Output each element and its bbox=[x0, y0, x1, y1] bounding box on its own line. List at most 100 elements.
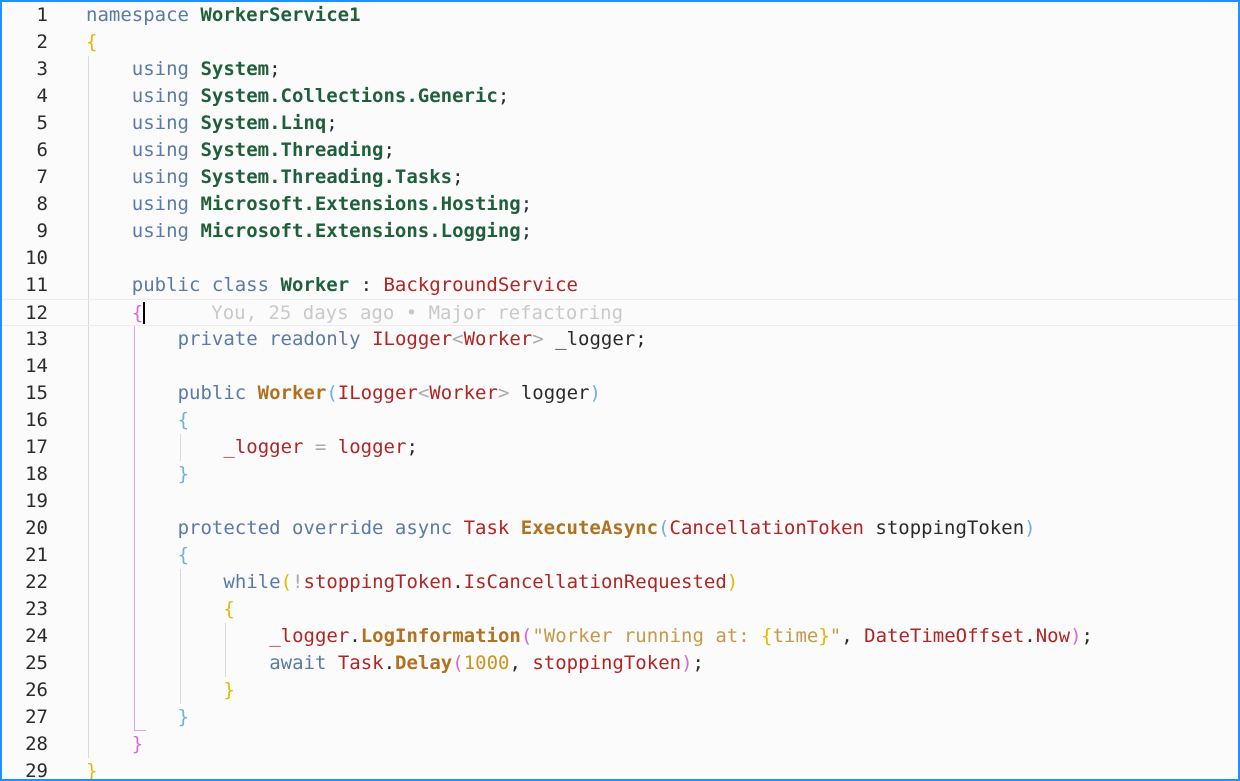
line-number: 12 bbox=[25, 302, 48, 324]
code-token: ( bbox=[452, 652, 464, 674]
code-text: using System.Collections.Generic; bbox=[132, 83, 510, 110]
code-token: stoppingToken bbox=[875, 517, 1025, 539]
line-number: 14 bbox=[25, 355, 48, 377]
code-token: Now bbox=[1035, 625, 1071, 647]
code-line[interactable]: 21 { bbox=[2, 542, 1238, 569]
code-text: { bbox=[86, 29, 97, 56]
code-token: ( bbox=[658, 517, 670, 539]
code-line[interactable]: 11 public class Worker : BackgroundServic… bbox=[2, 272, 1238, 299]
code-token: ; bbox=[406, 436, 418, 458]
code-line[interactable]: 28} bbox=[2, 731, 1238, 758]
code-token: ( bbox=[280, 571, 293, 593]
code-token: _logger bbox=[555, 328, 636, 350]
line-number: 21 bbox=[25, 544, 48, 566]
line-number: 29 bbox=[25, 760, 48, 781]
code-line[interactable]: 23 { bbox=[2, 596, 1238, 623]
code-token: using bbox=[131, 139, 201, 161]
code-token: , bbox=[509, 652, 533, 674]
code-token: WorkerService1 bbox=[200, 4, 361, 26]
code-text: { bbox=[178, 407, 189, 434]
code-token: ; bbox=[635, 328, 647, 350]
line-number: 18 bbox=[25, 463, 48, 485]
code-token: stoppingToken bbox=[532, 652, 682, 674]
code-token: ; bbox=[452, 166, 464, 188]
code-line[interactable]: 7 using System.Threading.Tasks; bbox=[2, 164, 1238, 191]
code-line[interactable]: 6 using System.Threading; bbox=[2, 137, 1238, 164]
code-token: . bbox=[1024, 625, 1036, 647]
code-token: logger bbox=[520, 382, 590, 404]
line-number: 27 bbox=[25, 706, 48, 728]
code-token: Task bbox=[337, 652, 384, 674]
code-line[interactable]: 9 using Microsoft.Extensions.Logging; bbox=[2, 218, 1238, 245]
code-text: _logger = logger; bbox=[223, 434, 418, 461]
code-token: stoppingToken bbox=[303, 571, 453, 593]
code-line[interactable]: 8 using Microsoft.Extensions.Hosting; bbox=[2, 191, 1238, 218]
line-number: 9 bbox=[36, 220, 48, 242]
code-text: } bbox=[223, 677, 234, 704]
code-line[interactable]: 10 bbox=[2, 245, 1238, 272]
code-line[interactable]: 27} bbox=[2, 704, 1238, 731]
line-number: 22 bbox=[25, 571, 48, 593]
code-token: ( bbox=[520, 625, 533, 647]
code-token: private readonly bbox=[177, 328, 373, 350]
line-number: 2 bbox=[36, 31, 48, 53]
line-number: 16 bbox=[25, 409, 48, 431]
code-line[interactable]: 18} bbox=[2, 461, 1238, 488]
line-number: 3 bbox=[36, 58, 48, 80]
code-line[interactable]: 15 public Worker(ILogger<Worker> logger) bbox=[2, 380, 1238, 407]
code-line[interactable]: 24 _logger.LogInformation("Worker running… bbox=[2, 623, 1238, 650]
code-line[interactable]: 12 {You, 25 days ago • Major refactoring bbox=[2, 299, 1238, 326]
code-text: using System; bbox=[132, 56, 281, 83]
code-token: ) bbox=[1024, 517, 1036, 539]
line-number: 1 bbox=[36, 4, 48, 26]
code-line[interactable]: 4 using System.Collections.Generic; bbox=[2, 83, 1238, 110]
line-number: 7 bbox=[36, 166, 48, 188]
code-token: System.Threading.Tasks bbox=[200, 166, 453, 188]
line-number: 11 bbox=[25, 274, 48, 296]
code-line[interactable]: 13 private readonly ILogger<Worker> _logg… bbox=[2, 326, 1238, 353]
line-number: 24 bbox=[25, 625, 48, 647]
code-line[interactable]: 2{ bbox=[2, 29, 1238, 56]
code-token: Worker bbox=[280, 274, 350, 296]
code-text: public class Worker : BackgroundService bbox=[132, 272, 578, 299]
line-number: 13 bbox=[25, 328, 48, 350]
code-line[interactable]: 3 using System; bbox=[2, 56, 1238, 83]
code-text: await Task.Delay(1000, stoppingToken); bbox=[269, 650, 704, 677]
code-line[interactable]: 17 _logger = logger; bbox=[2, 434, 1238, 461]
code-line[interactable]: 19 bbox=[2, 488, 1238, 515]
line-number: 26 bbox=[25, 679, 48, 701]
code-line[interactable]: 1 namespace WorkerService1 bbox=[2, 2, 1238, 29]
line-number: 25 bbox=[25, 652, 48, 674]
code-token: while bbox=[223, 571, 281, 593]
code-token: public bbox=[177, 382, 258, 404]
code-text: using System.Threading.Tasks; bbox=[132, 164, 464, 191]
code-line[interactable]: 5 using System.Linq; bbox=[2, 110, 1238, 137]
code-text: private readonly ILogger<Worker> _logger… bbox=[178, 326, 647, 353]
code-token: } bbox=[223, 679, 235, 701]
code-token: { bbox=[761, 625, 773, 647]
code-text: namespace WorkerService1 bbox=[86, 2, 361, 29]
code-token: 1000 bbox=[463, 652, 510, 674]
code-text: using Microsoft.Extensions.Hosting; bbox=[132, 191, 532, 218]
code-token: ; bbox=[520, 220, 533, 242]
code-token: DateTimeOffset bbox=[864, 625, 1025, 647]
code-line[interactable]: 16 { bbox=[2, 407, 1238, 434]
code-line[interactable]: 22 while(!stoppingToken.IsCancellationReq… bbox=[2, 569, 1238, 596]
code-token: < bbox=[452, 328, 464, 350]
line-number: 8 bbox=[36, 193, 48, 215]
code-line[interactable]: 29} bbox=[2, 758, 1238, 781]
code-token: ; bbox=[692, 652, 704, 674]
code-text: { bbox=[178, 542, 189, 569]
code-token: time bbox=[772, 625, 819, 647]
code-line[interactable]: 26} bbox=[2, 677, 1238, 704]
code-token: ILogger bbox=[337, 382, 418, 404]
code-line[interactable]: 20 protected override async Task ExecuteA… bbox=[2, 515, 1238, 542]
code-editor[interactable]: 1 namespace WorkerService1 2{3 using System… bbox=[0, 0, 1240, 781]
code-token: Worker bbox=[463, 328, 533, 350]
code-line[interactable]: 25 await Task.Delay(1000, stoppingToken); bbox=[2, 650, 1238, 677]
code-text: } bbox=[178, 704, 189, 731]
code-text: using Microsoft.Extensions.Logging; bbox=[132, 218, 532, 245]
code-token: { bbox=[131, 302, 144, 324]
code-line[interactable]: 14 bbox=[2, 353, 1238, 380]
line-number: 19 bbox=[25, 490, 48, 512]
